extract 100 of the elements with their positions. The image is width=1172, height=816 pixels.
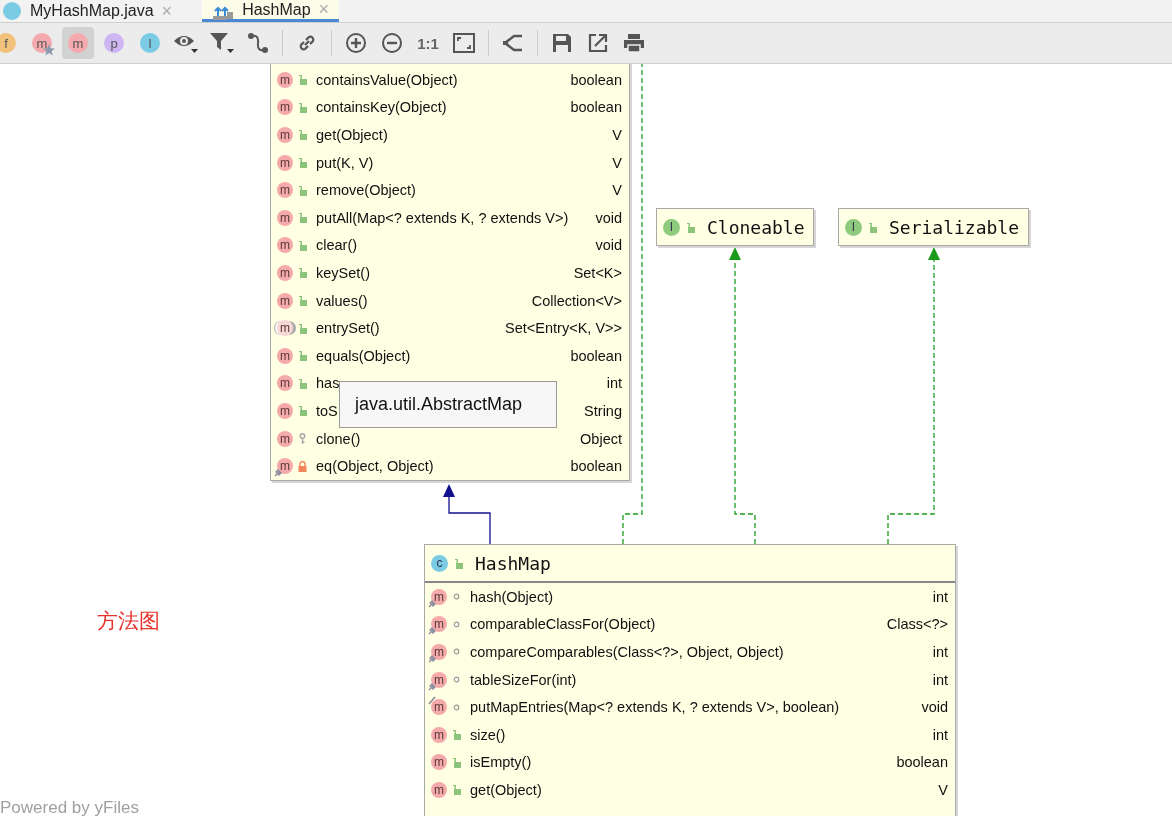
key-icon xyxy=(298,433,307,444)
method-name: compareComparables(Class<?>, Object, Object) xyxy=(470,644,784,660)
return-type: V xyxy=(612,127,622,143)
return-type: void xyxy=(921,699,948,716)
return-type: boolean xyxy=(570,458,622,475)
method-icon: m xyxy=(277,237,293,254)
unlocked-icon xyxy=(298,157,307,169)
method-name: eq(Object, Object) xyxy=(316,458,434,475)
method-icon: m xyxy=(277,71,293,88)
method-icon: m xyxy=(431,781,447,798)
filter-toggle-button[interactable]: p xyxy=(98,27,130,59)
badge-icon: p xyxy=(104,33,124,53)
return-type: boolean xyxy=(570,347,622,364)
filter-toggle-button[interactable]: m xyxy=(62,27,94,59)
method-icon: m xyxy=(277,182,293,199)
method-name: entrySet() xyxy=(316,320,380,337)
interface-name: Cloneable xyxy=(707,216,805,238)
static-method-icon: m xyxy=(431,588,447,605)
method-name: isEmpty() xyxy=(470,754,532,771)
method-name: values() xyxy=(316,292,368,309)
method-name: get(Object) xyxy=(470,781,542,798)
class-icon: c xyxy=(431,554,448,572)
method-icon: m xyxy=(277,347,293,364)
return-type: boolean xyxy=(570,71,622,88)
footer-text: Powered by yFiles xyxy=(0,798,139,816)
method-icon: m xyxy=(277,264,293,281)
method-name: get(Object) xyxy=(316,127,388,143)
unlocked-icon xyxy=(298,74,307,86)
badge-icon: m xyxy=(68,33,88,53)
return-type: int xyxy=(932,644,948,660)
method-icon: m xyxy=(277,292,293,309)
editor-tab[interactable]: MyHashMap.java × xyxy=(0,0,183,22)
unlocked-icon xyxy=(298,350,307,362)
interface-icon: I xyxy=(845,218,862,236)
filter-toggle-button[interactable]: I xyxy=(134,27,166,59)
unlocked-icon xyxy=(298,101,307,113)
method-icon: m xyxy=(277,99,293,116)
return-type: V xyxy=(612,182,622,199)
return-type: Set<K> xyxy=(573,264,622,281)
final-method-icon: m xyxy=(431,699,447,716)
interface-icon: I xyxy=(663,218,680,236)
return-type: V xyxy=(938,781,948,798)
method-name: comparableClassFor(Object) xyxy=(470,616,656,633)
static-method-icon: m xyxy=(431,644,447,660)
return-type: Collection<V> xyxy=(531,292,622,309)
unlocked-icon xyxy=(298,267,307,279)
lock-icon xyxy=(298,460,307,472)
return-type: Object xyxy=(580,430,622,447)
method-icon: m xyxy=(431,754,447,771)
unlocked-icon xyxy=(298,295,307,307)
unlocked-icon xyxy=(452,784,461,796)
method-name: hash(Object) xyxy=(470,588,553,605)
class-icon xyxy=(2,1,22,21)
unlocked-icon xyxy=(298,405,307,417)
method-name: put(K, V) xyxy=(316,154,374,171)
method-name: has xyxy=(316,375,340,392)
unlocked-icon xyxy=(298,377,307,389)
class-name: HashMap xyxy=(475,552,551,574)
method-icon: m xyxy=(277,154,293,171)
unlocked-icon xyxy=(298,184,307,196)
method-icon: m xyxy=(277,209,293,226)
method-name: clear() xyxy=(316,237,358,254)
method-icon: m xyxy=(277,127,293,143)
unlocked-icon xyxy=(686,221,695,233)
method-name: putAll(Map<? extends K, ? extends V>) xyxy=(316,209,569,226)
unlocked-icon xyxy=(298,129,307,141)
caption: 方法图 xyxy=(97,608,160,635)
editor-tab[interactable]: HashMap × xyxy=(202,0,340,22)
unlocked-icon xyxy=(454,557,463,569)
return-type: Class<?> xyxy=(886,616,948,633)
return-type: boolean xyxy=(896,754,948,771)
method-icon: m xyxy=(277,402,293,419)
return-type: boolean xyxy=(570,99,622,116)
starred-filter-button[interactable]: m xyxy=(26,27,58,59)
method-name: putMapEntries(Map<? extends K, ? extends V>, boolean) xyxy=(470,699,840,716)
unlocked-icon xyxy=(298,239,307,251)
method-name: tableSizeFor(int) xyxy=(470,671,577,688)
method-name: clone() xyxy=(316,430,361,447)
return-type: int xyxy=(932,588,948,605)
inheritance-arrow xyxy=(443,484,491,545)
method-name: size() xyxy=(470,726,506,743)
static-method-icon: m xyxy=(431,671,447,688)
unlocked-icon xyxy=(298,322,307,334)
badge-icon: m xyxy=(32,33,52,53)
method-name: keySet() xyxy=(316,264,370,281)
method-name: containsValue(Object) xyxy=(316,71,458,88)
method-name: toS xyxy=(316,402,338,419)
return-type: Set<Entry<K, V>> xyxy=(505,320,622,337)
return-type: int xyxy=(932,726,948,743)
return-type: String xyxy=(584,402,622,419)
unlocked-icon xyxy=(868,221,877,233)
interface-name: Serializable xyxy=(889,216,1020,238)
return-type: void xyxy=(595,209,622,226)
method-icon: m xyxy=(277,430,293,447)
static-method-icon: m xyxy=(277,458,293,475)
method-icon: m xyxy=(277,375,293,392)
actual-size-button[interactable]: 1:1 xyxy=(412,27,444,59)
unlocked-icon xyxy=(452,729,461,741)
filter-toggle-button[interactable]: f xyxy=(0,27,22,59)
method-icon: m xyxy=(431,726,447,743)
